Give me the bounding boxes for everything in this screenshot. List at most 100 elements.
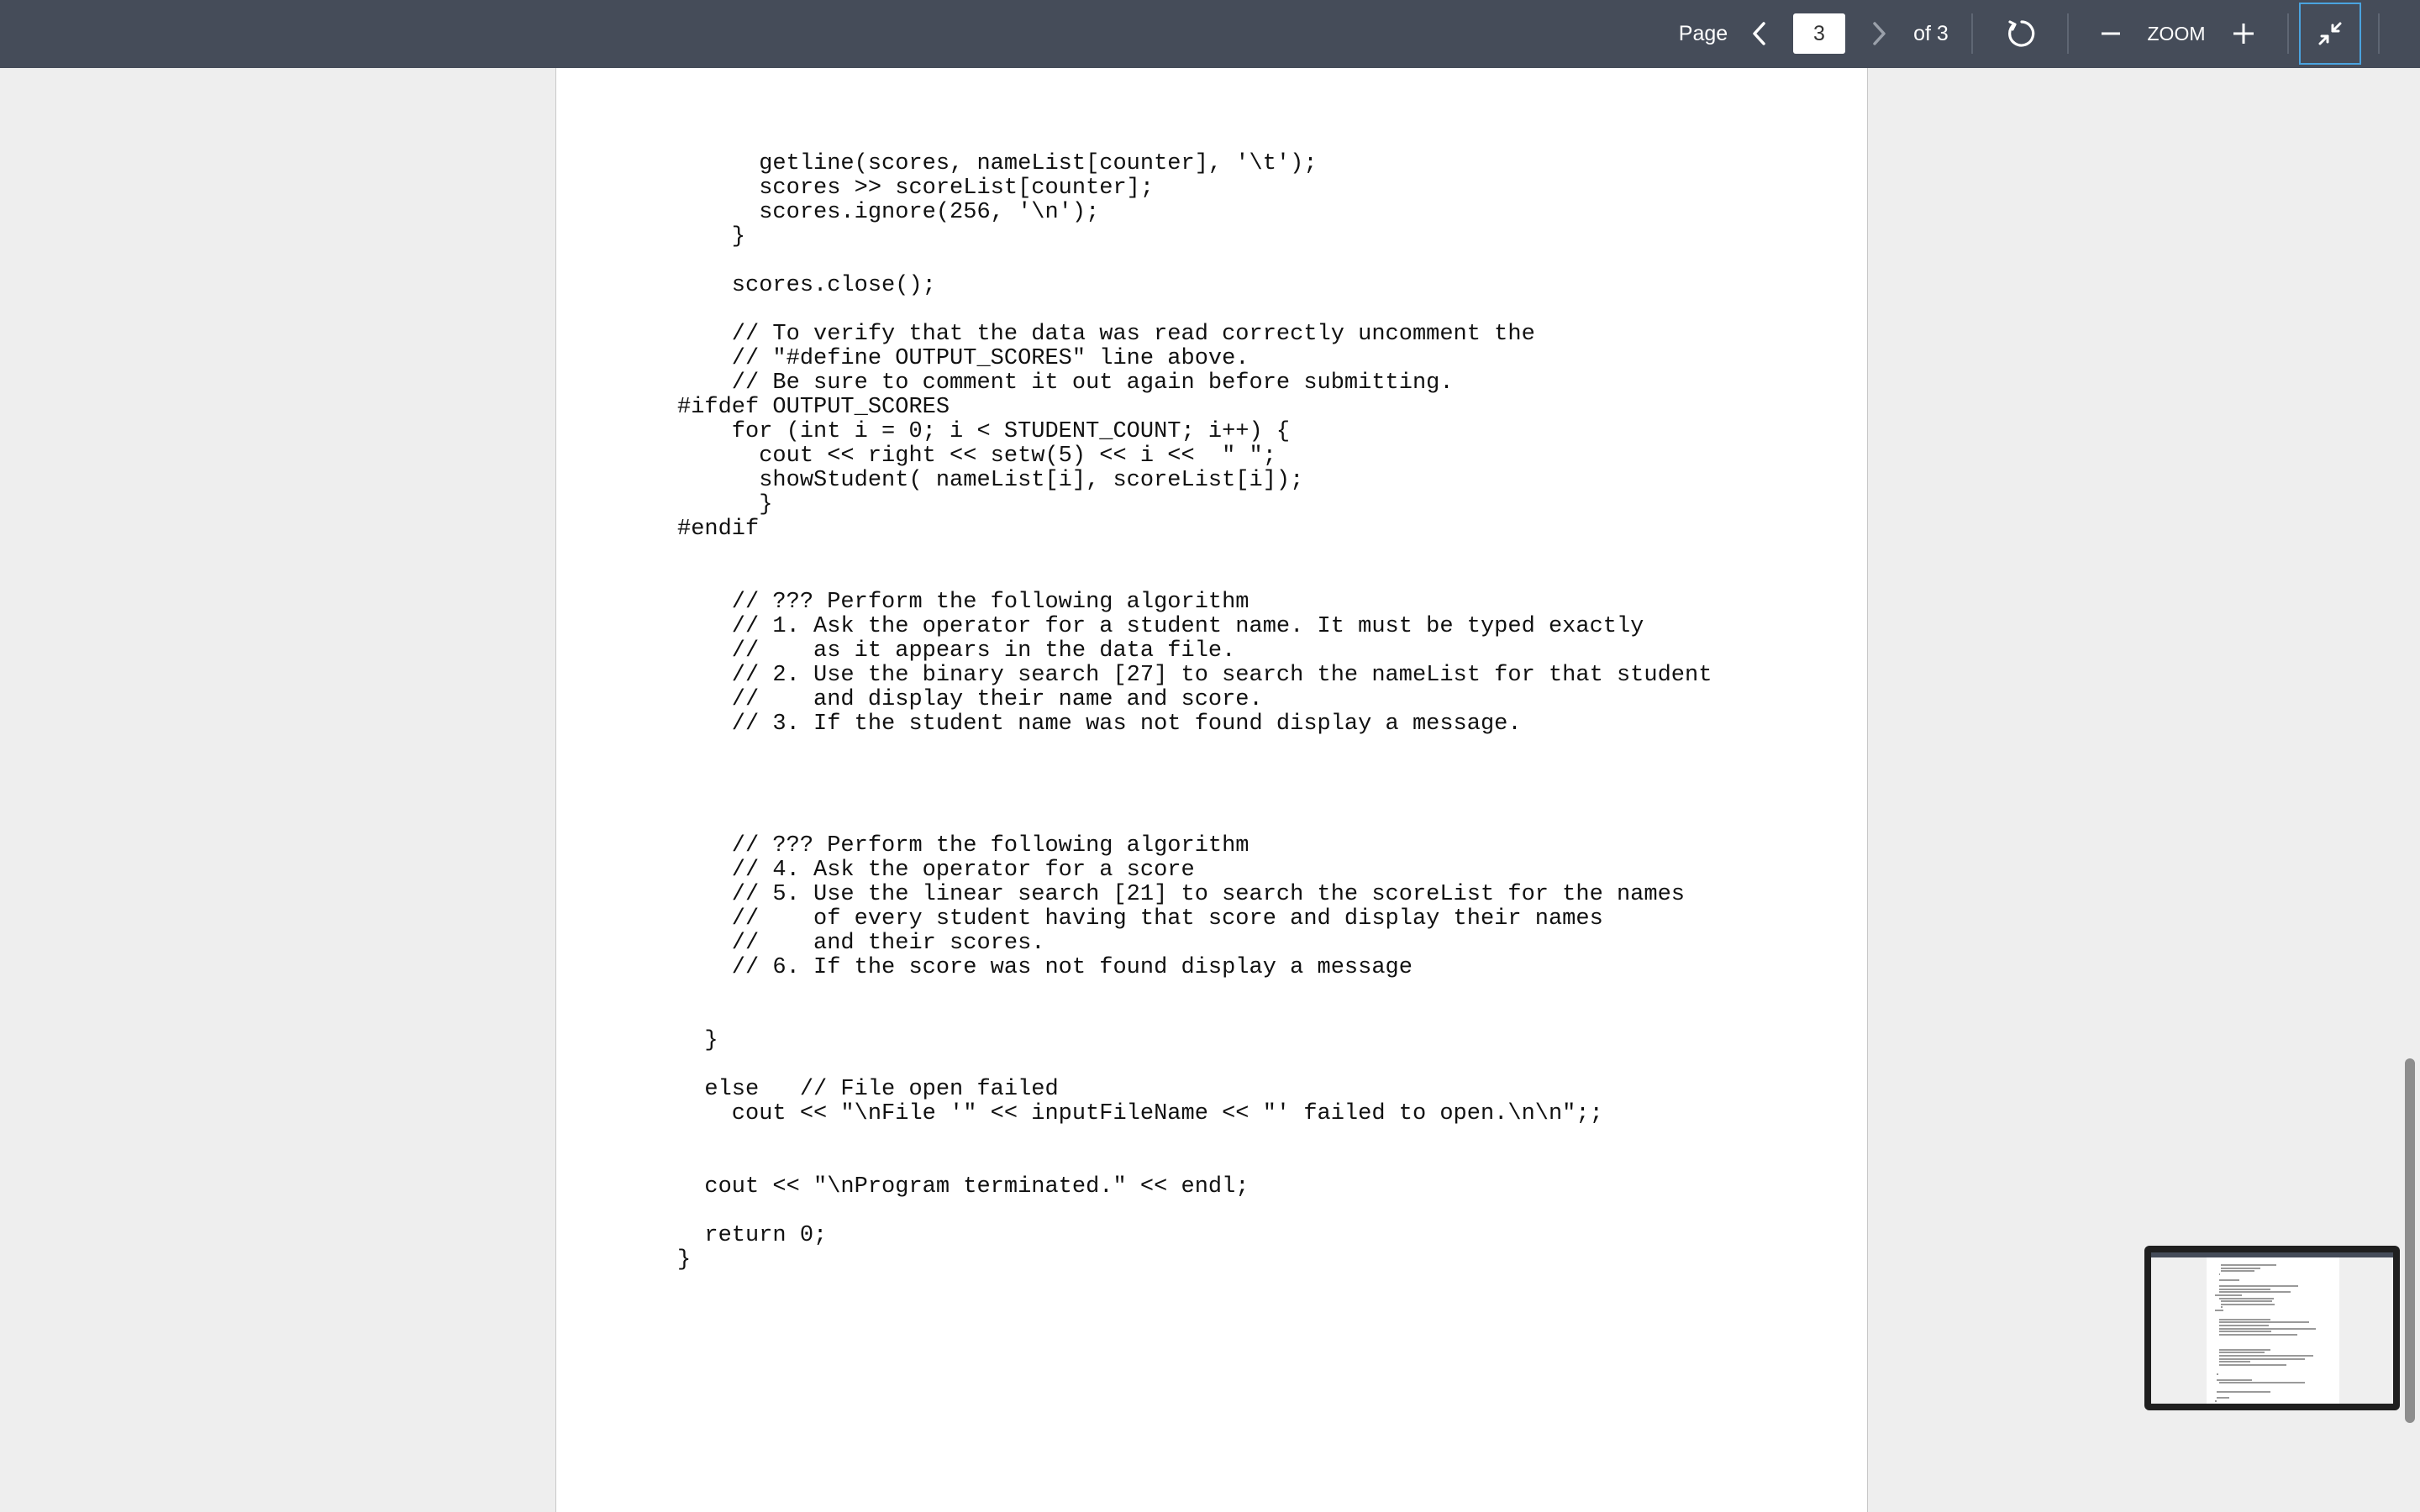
code-line: getline(scores, nameList[counter], '\t')… [677,151,1318,176]
minus-icon [2102,32,2120,35]
zoom-out-button[interactable] [2089,12,2133,55]
thumbnail-text-line [2218,1273,2221,1275]
page-label-container: Page [1677,0,1729,68]
code-line: // of every student having that score an… [677,906,1603,932]
page-count: of 3 [1913,22,1949,45]
toolbar-divider [1971,13,1973,54]
code-line: // "#define OUTPUT_SCORES" line above. [677,346,1249,371]
thumbnail-text-line [2218,1355,2313,1357]
code-line: #ifdef OUTPUT_SCORES [677,395,950,420]
page-thumbnail-preview[interactable] [2144,1246,2400,1410]
thumbnail-viewport [2151,1252,2393,1404]
document-page: getline(scores, nameList[counter], '\t')… [555,68,1868,1512]
thumbnail-text-line [2217,1378,2252,1381]
code-line: // 2. Use the binary search [27] to sear… [677,663,1712,688]
thumbnail-text-line [2218,1279,2239,1281]
code-line: // 6. If the score was not found display… [677,955,1413,980]
thumbnail-page [2207,1257,2339,1404]
code-line: } [677,1247,692,1273]
code-line: // To verify that the data was read corr… [677,322,1535,347]
zoom-label-container: ZOOM [2144,0,2208,68]
zoom-label: ZOOM [2147,23,2206,45]
plus-icon [2233,24,2254,44]
thumbnail-text-line [2218,1327,2316,1330]
code-line: // ??? Perform the following algorithm [677,833,1249,858]
thumbnail-text-line [2218,1297,2275,1299]
page-number-input[interactable] [1793,13,1845,54]
previous-page-button[interactable] [1738,12,1781,55]
zoom-in-button[interactable] [2222,12,2265,55]
code-line: scores.ignore(256, '\n'); [677,200,1100,225]
code-line: // ??? Perform the following algorithm [677,590,1249,615]
code-line: else // File open failed [677,1077,1059,1102]
code-line: showStudent( nameList[i], scoreList[i]); [677,468,1304,493]
thumbnail-text-line [2218,1331,2272,1333]
thumbnail-text-line [2218,1321,2309,1324]
code-line: } [677,1028,718,1053]
code-line: // and display their name and score. [677,687,1263,712]
vertical-scrollbar-thumb[interactable] [2405,1058,2415,1423]
code-line: // Be sure to comment it out again befor… [677,370,1454,396]
thumbnail-text-line [2218,1357,2306,1360]
thumbnail-text-line [2218,1361,2250,1363]
exit-fullscreen-button[interactable] [2299,3,2361,65]
thumbnail-text-line [2218,1363,2286,1366]
thumbnail-text-line [2221,1303,2275,1305]
thumbnail-text-line [2215,1294,2242,1296]
thumbnail-text-line [2218,1333,2297,1336]
thumbnail-text-line [2218,1318,2270,1320]
thumbnail-text-line [2218,1352,2265,1354]
code-line: // 3. If the student name was not found … [677,711,1522,737]
collapse-icon [2318,22,2342,45]
code-line: // 1. Ask the operator for a student nam… [677,614,1644,639]
thumbnail-text-line [2215,1400,2217,1402]
next-page-button[interactable] [1857,12,1901,55]
chevron-right-icon [1873,22,1886,45]
chevron-left-icon [1753,22,1765,45]
page-count-container: of 3 [1907,0,1954,68]
thumbnail-text-line [2221,1267,2260,1269]
thumbnail-text-line [2217,1397,2229,1399]
thumbnail-text-line [2218,1288,2270,1290]
code-line: // 5. Use the linear search [21] to sear… [677,882,1685,907]
thumbnail-text-line [2215,1310,2223,1311]
thumbnail-text-line [2221,1270,2255,1273]
thumbnail-text-line [2218,1291,2291,1294]
code-listing: getline(scores, nameList[counter], '\t')… [677,152,1712,1273]
code-line: scores.close(); [677,273,936,298]
thumbnail-text-line [2218,1325,2269,1326]
code-line: cout << "\nProgram terminated." << endl; [677,1174,1249,1200]
code-line: scores >> scoreList[counter]; [677,176,1155,201]
code-line: // as it appears in the data file. [677,638,1236,664]
thumbnail-text-line [2221,1306,2223,1309]
code-line: cout << "\nFile '" << inputFileName << "… [677,1101,1603,1126]
rotate-icon [2008,20,2035,47]
code-line: } [677,492,773,517]
rotate-button[interactable] [2000,12,2044,55]
toolbar-divider [2067,13,2069,54]
pdf-toolbar: Page of 3 ZOOM [0,0,2420,68]
thumbnail-text-line [2218,1285,2299,1288]
code-line: } [677,224,746,249]
code-line: // 4. Ask the operator for a score [677,858,1195,883]
thumbnail-text-line [2218,1382,2306,1384]
toolbar-divider [2378,13,2380,54]
thumbnail-text-line [2221,1300,2272,1303]
code-line: #endif [677,517,760,542]
toolbar-divider [2287,13,2289,54]
thumbnail-text-line [2217,1391,2271,1394]
code-line: cout << right << setw(5) << i << " "; [677,444,1276,469]
thumbnail-text-line [2218,1348,2270,1351]
